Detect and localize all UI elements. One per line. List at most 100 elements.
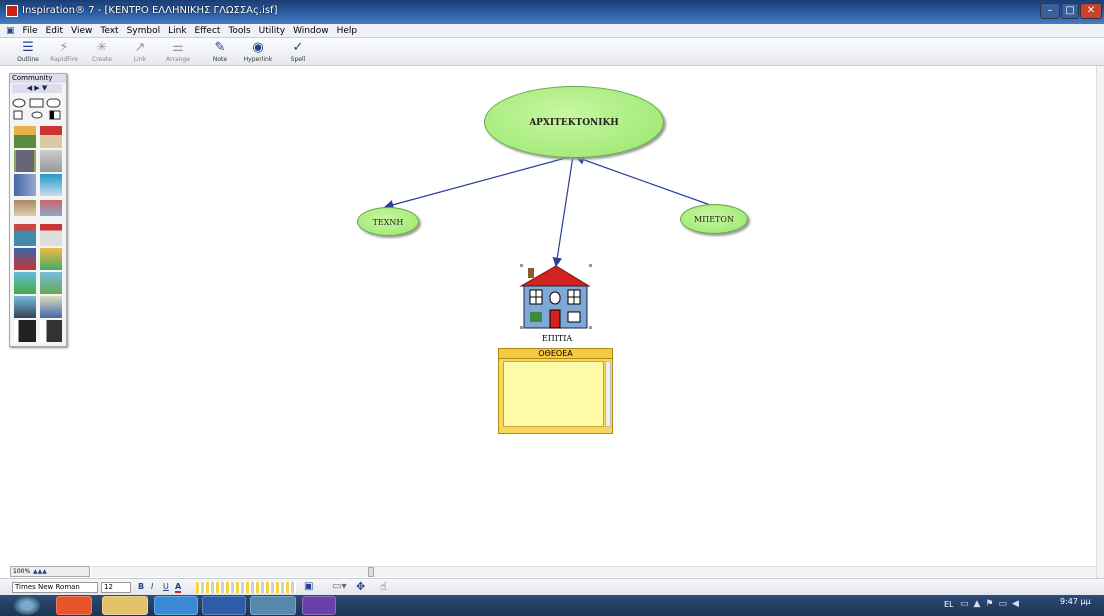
internet-explorer-icon[interactable] (154, 596, 198, 615)
toolbar-label: Note (212, 56, 228, 63)
hyperlink-icon: ◉ (252, 40, 264, 55)
font-size-value: 12 (104, 583, 113, 591)
start-button[interactable] (14, 596, 40, 615)
toolbar-hyperlink-button[interactable]: ◉ Hyperlink (240, 39, 276, 65)
link-arrow-beton[interactable] (574, 155, 714, 207)
link-arrow-epitia[interactable] (552, 155, 574, 268)
toolbar-rapidfire-button[interactable]: ⚡ RapidFire (46, 39, 82, 65)
font-value: Times New Roman (15, 583, 80, 591)
bridge-symbol-icon[interactable] (14, 272, 36, 294)
link-arrow-techni[interactable] (383, 155, 574, 210)
font-select[interactable]: Times New Roman (12, 582, 98, 593)
app-icon[interactable] (6, 5, 18, 17)
toolbar-label: Spell (290, 56, 306, 63)
menu-tools[interactable]: Tools (224, 24, 254, 38)
palette-nav[interactable]: ◀ ▶ ▼ (12, 84, 62, 93)
phone-booth-symbol-icon[interactable] (40, 320, 62, 342)
menu-view[interactable]: View (67, 24, 96, 38)
node-beton[interactable]: ΜΠΕΤΟΝ (680, 204, 748, 234)
palette-title: Community (10, 74, 66, 83)
kiosk-symbol-icon[interactable] (40, 224, 62, 246)
menu-window[interactable]: Window (289, 24, 333, 38)
arrange-icon: ⚌ (172, 40, 184, 55)
taskbar: EL ▭▲⚑▭◀ 9:47 μμ (0, 595, 1104, 616)
hscroll-thumb[interactable] (368, 567, 374, 577)
underline-button[interactable]: U (163, 582, 169, 591)
create-icon: ✳ (96, 40, 108, 55)
node-techni-label: ΤΕΧΝΗ (372, 218, 404, 227)
clock: 9:47 μμ (1060, 597, 1091, 606)
landscape-symbol-icon[interactable] (40, 272, 62, 294)
vertical-scrollbar[interactable] (1096, 66, 1104, 578)
park-symbol-icon[interactable] (40, 248, 62, 270)
toolbar-label: RapidFire (50, 56, 78, 63)
factory-symbol-icon[interactable] (14, 320, 36, 342)
language-indicator[interactable]: EL (944, 600, 954, 609)
menu-effect[interactable]: Effect (191, 24, 225, 38)
horizontal-scrollbar[interactable] (92, 566, 1096, 577)
toolbar-link-button[interactable]: ↗ Link (122, 39, 158, 65)
toolbar-note-button[interactable]: ✎ Note (202, 39, 238, 65)
menu-file[interactable]: File (19, 24, 42, 38)
bold-button[interactable]: B (138, 582, 144, 591)
hand-icon[interactable]: ☝ (380, 580, 387, 593)
toolbar-arrange-button[interactable]: ⚌ Arrange (160, 39, 196, 65)
note-body[interactable] (503, 361, 604, 427)
menu-link[interactable]: Link (164, 24, 190, 38)
building-symbol-icon[interactable] (40, 150, 62, 172)
school-symbol-icon[interactable] (14, 200, 36, 216)
house-red-symbol-icon[interactable] (40, 126, 62, 148)
house-symbol-icon[interactable] (14, 126, 36, 148)
doc-icon[interactable]: ▣ (0, 24, 19, 38)
fill-palette[interactable] (196, 582, 296, 593)
word-icon[interactable] (202, 596, 246, 615)
main-idea-node[interactable]: ΑΡΧΙΤΕΚΤΟΝΙΚΗ (484, 86, 664, 158)
toolbar-spell-button[interactable]: ✓ Spell (280, 39, 316, 65)
move-icon[interactable]: ✥ (356, 580, 365, 593)
town-symbol-icon[interactable] (40, 296, 62, 318)
explorer-icon[interactable] (102, 596, 148, 615)
note-window[interactable]: ΟΘΕΟΕΑ (498, 348, 613, 434)
menu-utility[interactable]: Utility (255, 24, 289, 38)
format-toolbar: Times New Roman 12 B I U A ▣ ▭▾ ✥ ☝ (0, 578, 1104, 595)
shape-buttons[interactable] (12, 96, 64, 122)
house-icon[interactable] (518, 262, 594, 332)
menu-symbol[interactable]: Symbol (123, 24, 165, 38)
toolbar-create-button[interactable]: ✳ Create (84, 39, 120, 65)
font-size-select[interactable]: 12 (101, 582, 131, 593)
media-player-icon[interactable] (56, 596, 92, 615)
store-symbol-icon[interactable] (40, 200, 62, 216)
note-scrollbar[interactable] (605, 361, 611, 427)
diagram-canvas[interactable]: ΑΡΧΙΤΕΚΤΟΝΙΚΗ ΤΕΧΝΗ ΜΠΕΤΟΝ ΕΠΙΤΙΑ (0, 66, 1096, 564)
menu-edit[interactable]: Edit (42, 24, 67, 38)
zoom-level: 100% (13, 568, 31, 575)
zoom-control[interactable]: 100% ▲▲▲ (10, 566, 90, 577)
tower-symbol-icon[interactable] (14, 150, 36, 172)
hospital-symbol-icon[interactable] (14, 248, 36, 270)
menu-text[interactable]: Text (96, 24, 122, 38)
node-beton-label: ΜΠΕΤΟΝ (694, 215, 734, 224)
close-button[interactable]: ✕ (1080, 3, 1102, 19)
tray-icons[interactable]: ▭▲⚑▭◀ (960, 599, 1024, 609)
menu-help[interactable]: Help (333, 24, 362, 38)
inspiration-taskbar-icon[interactable] (302, 596, 336, 615)
house-label: ΕΠΙΤΙΑ (541, 334, 573, 343)
toolbar-label: Create (92, 56, 112, 63)
shop-symbol-icon[interactable] (14, 224, 36, 246)
maximize-button[interactable]: □ (1061, 3, 1079, 19)
outline-icon: ☰ (22, 40, 34, 55)
main-idea-label: ΑΡΧΙΤΕΚΤΟΝΙΚΗ (529, 118, 619, 128)
toolbar-label: Outline (17, 56, 39, 63)
toolbar-outline-button[interactable]: ☰ Outline (10, 39, 46, 65)
office-symbol-icon[interactable] (40, 174, 62, 196)
shape-tool-icon[interactable]: ▭▾ (332, 581, 346, 592)
city-symbol-icon[interactable] (14, 296, 36, 318)
app-taskbar-icon[interactable] (250, 596, 296, 615)
text-color-button[interactable]: A (175, 582, 182, 593)
italic-button[interactable]: I (151, 582, 153, 591)
skyscraper-symbol-icon[interactable] (14, 174, 36, 196)
zoom-slider-icon[interactable]: ▲▲▲ (33, 568, 47, 575)
symbol-tool-icon[interactable]: ▣ (304, 581, 313, 592)
node-techni[interactable]: ΤΕΧΝΗ (357, 207, 419, 236)
minimize-button[interactable]: – (1040, 3, 1060, 19)
